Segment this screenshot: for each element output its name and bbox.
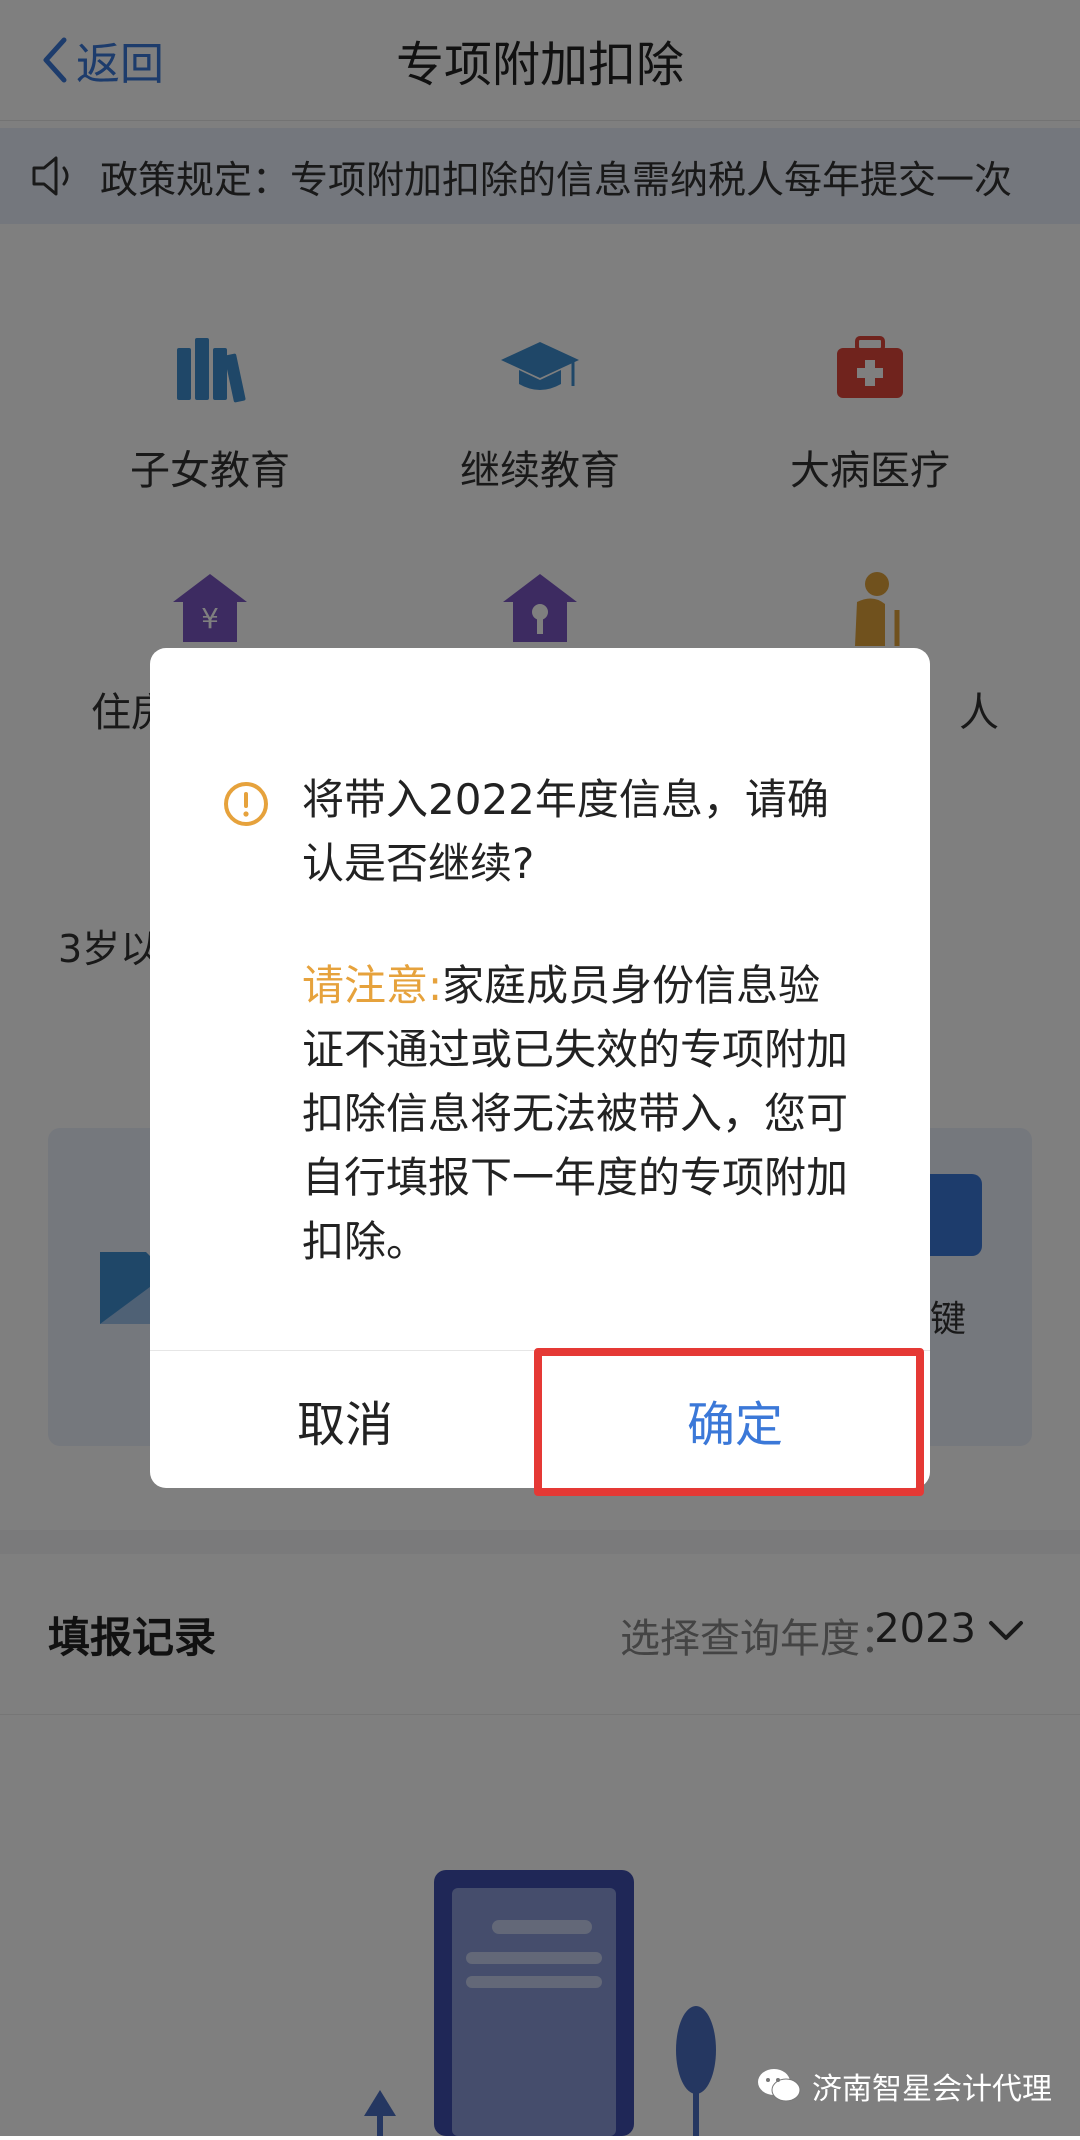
dialog-note: 请注意:家庭成员身份信息验证不通过或已失效的专项附加扣除信息将无法被带入，您可自… <box>302 954 862 1274</box>
warning-icon <box>224 782 268 826</box>
note-label: 请注意: <box>302 961 443 1010</box>
confirm-highlight-box <box>534 1348 924 1496</box>
watermark-text: 济南智星会计代理 <box>812 2072 1052 2107</box>
dialog-message: 将带入2022年度信息，请确认是否继续? <box>302 775 829 888</box>
wechat-watermark: 济南智星会计代理 <box>756 2064 1052 2108</box>
wechat-icon <box>758 2069 801 2102</box>
cancel-button[interactable]: 取消 <box>150 1351 540 1489</box>
